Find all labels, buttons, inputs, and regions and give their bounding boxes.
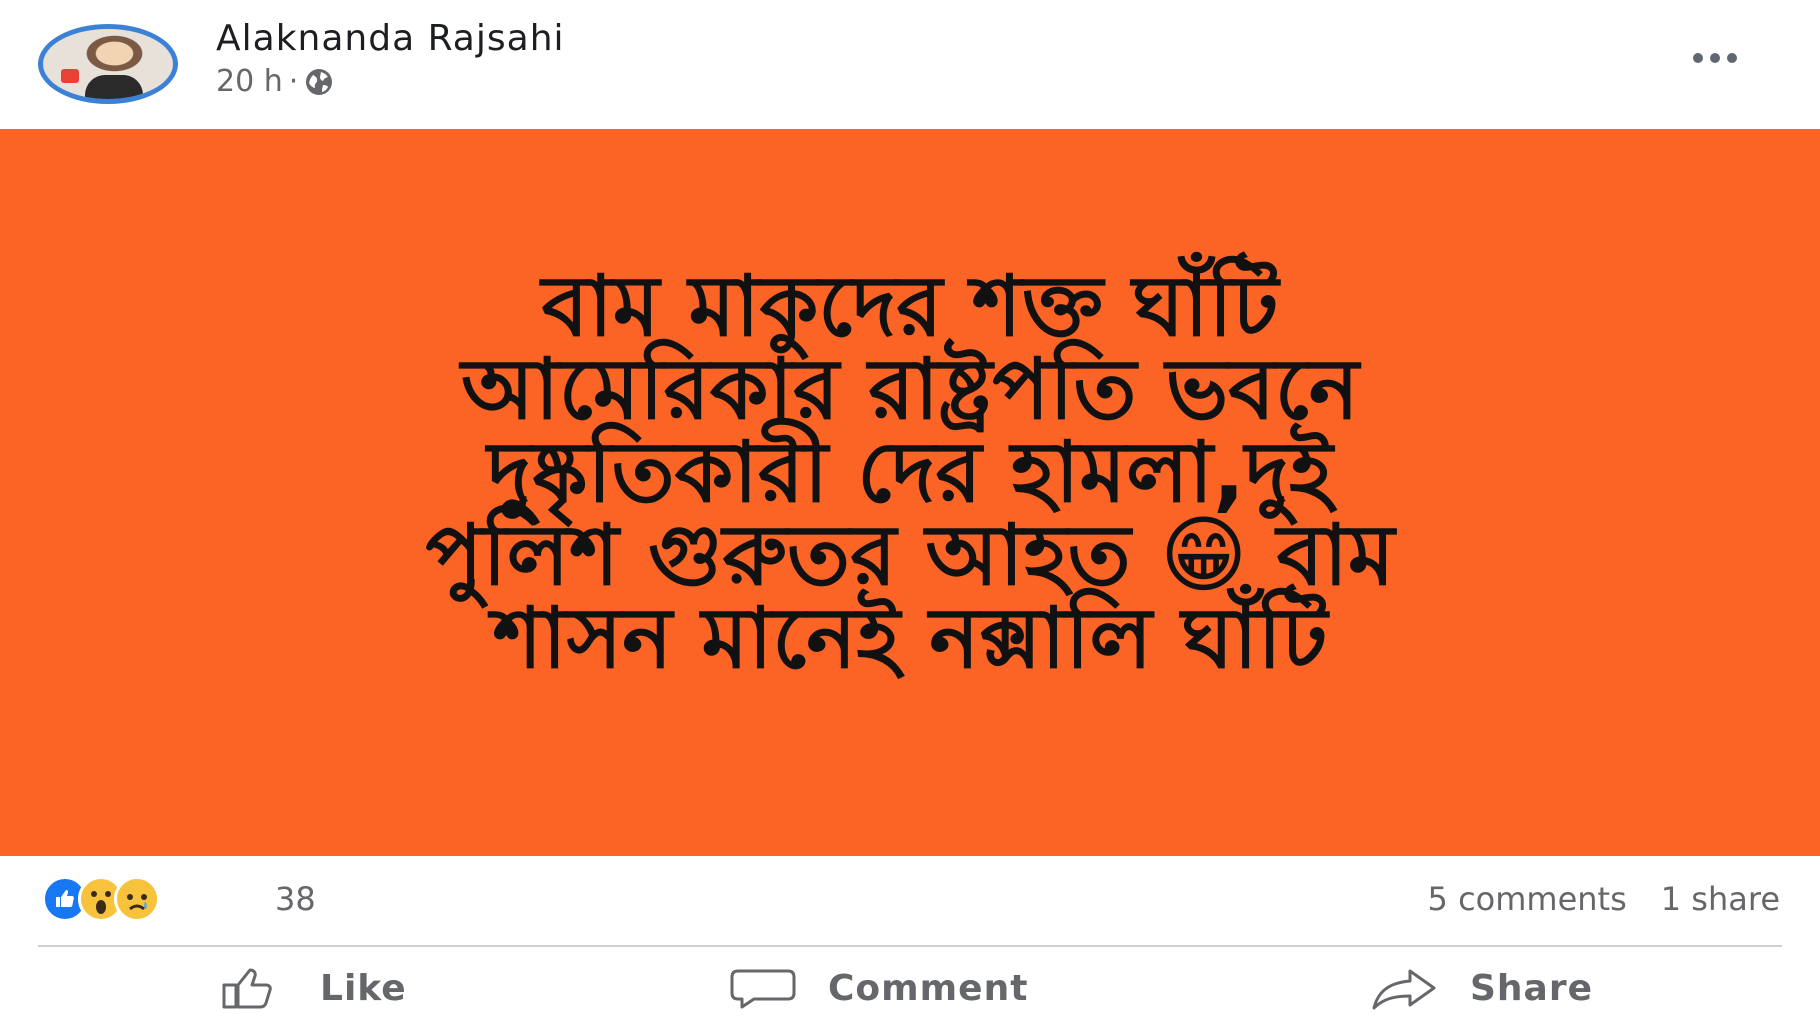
share-label: Share bbox=[1470, 967, 1594, 1009]
reaction-count[interactable]: 38 bbox=[275, 880, 316, 918]
meta-separator: · bbox=[288, 64, 299, 99]
reaction-icons[interactable] bbox=[42, 876, 160, 922]
post-meta: 20 h · bbox=[216, 64, 334, 99]
comments-count[interactable]: 5 comments bbox=[1428, 880, 1627, 918]
more-dots-icon[interactable] bbox=[1680, 38, 1750, 78]
comment-button[interactable]: Comment bbox=[728, 958, 1028, 1018]
banner-line: পুলিশ গুরুতর আহত 😁 বাম bbox=[425, 506, 1395, 604]
banner-text: বাম মাকুদের শক্ত ঘাঁটি আমেরিকার রাষ্ট্রপ… bbox=[160, 257, 1660, 687]
post-time[interactable]: 20 h bbox=[216, 64, 283, 99]
engagement-counts: 5 comments 1 share bbox=[1428, 880, 1780, 918]
thumbs-up-icon bbox=[222, 968, 272, 1009]
author-name[interactable]: Alaknanda Rajsahi bbox=[216, 18, 565, 59]
comment-label: Comment bbox=[828, 967, 1029, 1009]
share-button[interactable]: Share bbox=[1370, 958, 1593, 1018]
share-icon bbox=[1372, 969, 1436, 1010]
post-banner: বাম মাকুদের শক্ত ঘাঁটি আমেরিকার রাষ্ট্রপ… bbox=[0, 129, 1820, 856]
stats-divider bbox=[38, 945, 1782, 947]
shares-count[interactable]: 1 share bbox=[1661, 880, 1780, 918]
avatar-flag-shape bbox=[61, 69, 79, 83]
globe-icon bbox=[304, 67, 334, 97]
banner-line: আমেরিকার রাষ্ট্রপতি ভবনে bbox=[461, 340, 1359, 438]
post-stats: 38 5 comments 1 share bbox=[0, 856, 1820, 946]
banner-line: বাম মাকুদের শক্ত ঘাঁটি bbox=[541, 257, 1279, 355]
post-actions: Like Comment Share bbox=[0, 950, 1820, 1024]
like-button[interactable]: Like bbox=[220, 958, 407, 1018]
author-avatar[interactable] bbox=[38, 24, 178, 104]
like-label: Like bbox=[320, 967, 407, 1009]
facebook-post: Alaknanda Rajsahi 20 h · বাম মাকুদের শক্… bbox=[0, 0, 1820, 1024]
avatar-figure bbox=[85, 75, 143, 99]
sad-icon bbox=[114, 876, 160, 922]
banner-line: শাসন মানেই নক্সালি ঘাঁটি bbox=[492, 589, 1328, 687]
banner-line: দুষ্কৃতিকারী দের হামলা,দুই bbox=[487, 423, 1333, 521]
comment-icon bbox=[730, 969, 796, 1009]
post-header: Alaknanda Rajsahi 20 h · bbox=[0, 0, 1820, 129]
